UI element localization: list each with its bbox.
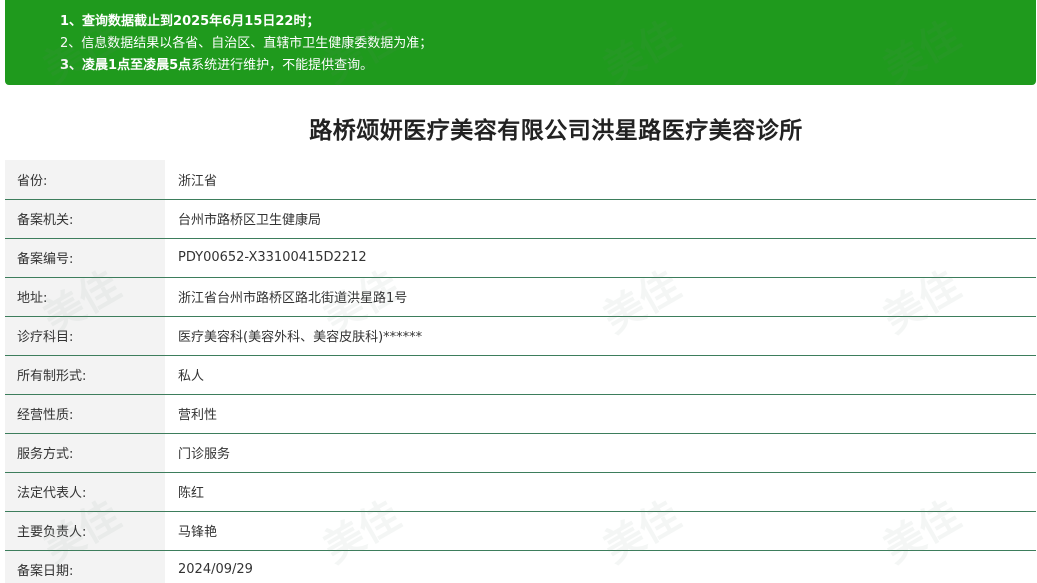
- row-value: 营利性: [165, 394, 1036, 434]
- row-label: 地址:: [5, 277, 165, 317]
- notice-line-1-prefix: 1、查询数据截止到: [60, 14, 174, 29]
- row-label: 备案编号:: [5, 238, 165, 278]
- table-row: 诊疗科目: 医疗美容科(美容外科、美容皮肤科)******: [5, 316, 1036, 356]
- row-label: 经营性质:: [5, 394, 165, 434]
- notice-line-3: 3、凌晨1点至凌晨5点系统进行维护，不能提供查询。: [60, 55, 1036, 77]
- row-value: 陈红: [165, 472, 1036, 512]
- table-row: 所有制形式: 私人: [5, 355, 1036, 395]
- notice-line-3-prefix: 3、: [60, 58, 83, 73]
- notice-line-3-suffix: 系统进行维护，不能提供查询。: [191, 58, 374, 73]
- notice-line-1: 1、查询数据截止到2025年6月15日22时；: [60, 11, 1036, 33]
- row-label: 省份:: [5, 160, 165, 200]
- notice-cutoff-date: 2025年6月15日22时: [173, 14, 307, 29]
- notice-line-2: 2、信息数据结果以各省、自治区、直辖市卫生健康委数据为准；: [60, 36, 433, 51]
- row-value: 门诊服务: [165, 433, 1036, 473]
- row-value: 私人: [165, 355, 1036, 395]
- notice-banner: 1、查询数据截止到2025年6月15日22时； 2、信息数据结果以各省、自治区、…: [5, 0, 1036, 85]
- row-value: 马锋艳: [165, 511, 1036, 551]
- table-row: 主要负责人: 马锋艳: [5, 511, 1036, 551]
- row-value: PDY00652-X33100415D2212: [165, 238, 1036, 278]
- table-row: 地址: 浙江省台州市路桥区路北街道洪星路1号: [5, 277, 1036, 317]
- row-label: 服务方式:: [5, 433, 165, 473]
- row-value: 台州市路桥区卫生健康局: [165, 199, 1036, 239]
- notice-maintenance-window: 凌晨1点至凌晨5点: [82, 58, 192, 73]
- table-row: 备案机关: 台州市路桥区卫生健康局: [5, 199, 1036, 239]
- page-title: 路桥颂妍医疗美容有限公司洪星路医疗美容诊所: [309, 118, 803, 144]
- table-row: 备案日期: 2024/09/29: [5, 550, 1036, 583]
- row-value: 浙江省: [165, 160, 1036, 200]
- table-row: 备案编号: PDY00652-X33100415D2212: [5, 238, 1036, 278]
- row-value: 浙江省台州市路桥区路北街道洪星路1号: [165, 277, 1036, 317]
- page: 1、查询数据截止到2025年6月15日22时； 2、信息数据结果以各省、自治区、…: [0, 0, 1037, 583]
- row-label: 主要负责人:: [5, 511, 165, 551]
- info-table-body: 省份: 浙江省 备案机关: 台州市路桥区卫生健康局 备案编号: PDY00652-X331…: [5, 160, 1036, 583]
- table-row: 省份: 浙江省: [5, 160, 1036, 200]
- info-table: 省份: 浙江省 备案机关: 台州市路桥区卫生健康局 备案编号: PDY00652-X331…: [5, 160, 1036, 583]
- row-label: 诊疗科目:: [5, 316, 165, 356]
- row-label: 所有制形式:: [5, 355, 165, 395]
- row-label: 备案机关:: [5, 199, 165, 239]
- row-label: 法定代表人:: [5, 472, 165, 512]
- notice-line-1-suffix: ；: [306, 14, 320, 29]
- row-label: 备案日期:: [5, 550, 165, 583]
- row-value: 医疗美容科(美容外科、美容皮肤科)******: [165, 316, 1036, 356]
- row-value: 2024/09/29: [165, 550, 1036, 583]
- table-row: 服务方式: 门诊服务: [5, 433, 1036, 473]
- table-row: 经营性质: 营利性: [5, 394, 1036, 434]
- table-row: 法定代表人: 陈红: [5, 472, 1036, 512]
